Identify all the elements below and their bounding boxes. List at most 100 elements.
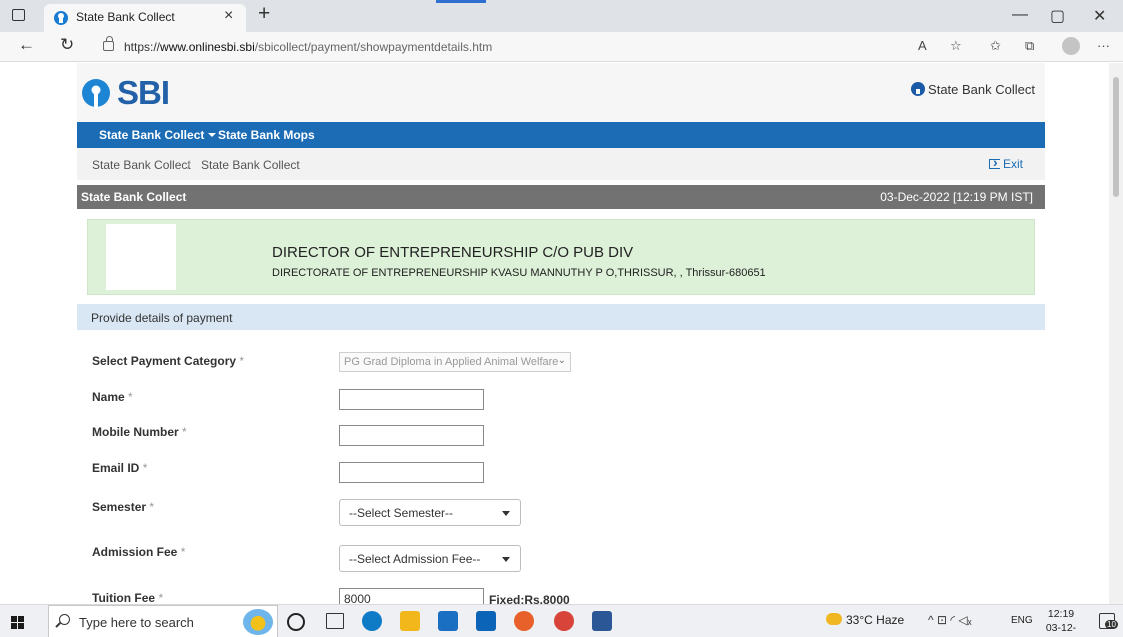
mobile-label: Mobile Number * — [92, 425, 187, 439]
profile-icon[interactable] — [1062, 37, 1080, 55]
payment-details-heading: Provide details of payment — [77, 304, 1045, 330]
cortana-icon[interactable] — [287, 613, 305, 631]
category-label-text: Select Payment Category — [92, 354, 237, 368]
email-label: Email ID * — [92, 461, 147, 475]
name-input[interactable] — [339, 389, 484, 410]
name-label: Name * — [92, 390, 133, 404]
required-mark: * — [142, 461, 148, 475]
semester-label: Semester * — [92, 500, 154, 514]
weather-widget[interactable]: 33°C Haze — [826, 613, 904, 627]
email-label-text: Email ID — [92, 461, 140, 475]
taskbar-clock[interactable]: 12:19 03-12-2022 — [1037, 607, 1085, 637]
section-titlebar: State Bank Collect 03-Dec-2022 [12:19 PM… — [77, 185, 1045, 209]
microsoft-store-icon[interactable] — [438, 611, 458, 631]
main-menu: State Bank Collect State Bank Mops — [77, 122, 1045, 148]
merchant-address: DIRECTORATE OF ENTREPRENEURSHIP KVASU MA… — [272, 267, 766, 279]
sbi-favicon-icon — [54, 11, 68, 25]
semester-value: --Select Semester-- — [349, 506, 454, 520]
merchant-name: DIRECTOR OF ENTREPRENEURSHIP C/O PUB DIV — [272, 244, 634, 261]
email-input[interactable] — [339, 462, 484, 483]
caret-down-icon — [502, 511, 510, 516]
clock-time: 12:19 — [1047, 608, 1075, 620]
taskbar-search-placeholder: Type here to search — [79, 615, 194, 630]
tab-close-icon[interactable]: × — [224, 7, 233, 25]
tab-title: State Bank Collect — [76, 10, 175, 24]
brand-label: State Bank Collect — [928, 82, 1035, 97]
payment-category-select[interactable]: PG Grad Diploma in Applied Animal Welfar… — [339, 352, 571, 372]
minimize-icon[interactable]: — — [1012, 6, 1028, 24]
page-scrollbar[interactable] — [1109, 63, 1123, 604]
required-mark: * — [158, 591, 164, 604]
tab-actions-icon[interactable] — [12, 9, 25, 21]
url-host: www.onlinesbi.sbi — [160, 40, 255, 54]
read-aloud-icon[interactable]: A — [918, 38, 927, 53]
chevron-down-icon: ⌄ — [557, 355, 566, 366]
search-icon — [59, 614, 70, 625]
collections-icon[interactable]: ⧉ — [1025, 38, 1034, 54]
firefox-icon[interactable] — [514, 611, 534, 631]
required-mark: * — [239, 354, 245, 368]
browser-toolbar: ← ↻ https://www.onlinesbi.sbi/sbicollect… — [0, 32, 1123, 62]
payment-details-title: Provide details of payment — [91, 311, 233, 325]
edge-browser-icon[interactable] — [362, 611, 382, 631]
mail-icon[interactable] — [476, 611, 496, 631]
tuition-fee-label-text: Tuition Fee — [92, 591, 156, 604]
task-view-icon[interactable] — [326, 613, 344, 629]
restore-icon[interactable]: ▢ — [1050, 6, 1065, 26]
tuition-fee-label: Tuition Fee * — [92, 591, 163, 604]
datetime-stamp: 03-Dec-2022 [12:19 PM IST] — [880, 190, 1033, 204]
merchant-logo — [106, 224, 176, 290]
word-icon[interactable] — [592, 611, 612, 631]
clock-date: 03-12-2022 — [1045, 622, 1077, 637]
lock-icon[interactable] — [103, 36, 114, 51]
state-bank-collect-brand: State Bank Collect — [911, 82, 1035, 97]
sbi-brand-icon — [911, 82, 926, 96]
sbi-logo-text[interactable]: SBI — [117, 74, 170, 112]
menu-item-label: State Bank Collect — [99, 128, 205, 142]
close-window-icon[interactable]: ✕ — [1093, 6, 1106, 26]
haze-weather-icon — [826, 613, 842, 625]
chrome-icon[interactable] — [554, 611, 574, 631]
taskbar-search-box[interactable]: Type here to search — [48, 605, 278, 637]
menu-icon[interactable]: ··· — [1097, 38, 1110, 53]
address-bar[interactable]: https://www.onlinesbi.sbi/sbicollect/pay… — [124, 40, 492, 54]
required-mark: * — [128, 390, 133, 404]
windows-start-icon[interactable] — [11, 616, 24, 629]
tuition-fee-input[interactable] — [339, 588, 484, 604]
sbi-logo-icon[interactable] — [81, 78, 111, 108]
search-highlight-icon[interactable] — [243, 609, 273, 635]
file-explorer-icon[interactable] — [400, 611, 420, 631]
mobile-input[interactable] — [339, 425, 484, 446]
required-mark: * — [149, 500, 155, 514]
scrollbar-thumb[interactable] — [1113, 77, 1119, 197]
add-favorite-icon[interactable]: ☆ — [950, 38, 962, 54]
language-indicator[interactable]: ENG — [1011, 615, 1033, 626]
payment-category-value: PG Grad Diploma in Applied Animal Welfar… — [344, 356, 559, 368]
breadcrumb: State Bank Collect / State Bank Collect … — [77, 148, 1045, 180]
admission-fee-label: Admission Fee * — [92, 545, 185, 559]
tab-strip-accent — [436, 0, 486, 3]
favorites-icon[interactable]: ✩ — [990, 38, 1001, 54]
new-tab-icon[interactable]: + — [258, 2, 270, 26]
weather-text: 33°C Haze — [846, 613, 905, 627]
merchant-info-panel: DIRECTOR OF ENTREPRENEURSHIP C/O PUB DIV… — [87, 219, 1035, 295]
browser-tab[interactable]: State Bank Collect × — [44, 4, 246, 32]
caret-down-icon — [502, 557, 510, 562]
admission-fee-select[interactable]: --Select Admission Fee-- — [339, 545, 521, 572]
back-arrow-icon[interactable]: ← — [18, 35, 35, 55]
mobile-label-text: Mobile Number — [92, 425, 179, 439]
admission-fee-label-text: Admission Fee — [92, 545, 178, 559]
breadcrumb-item-1[interactable]: State Bank Collect — [92, 158, 191, 172]
exit-link[interactable]: Exit — [988, 154, 1023, 171]
menu-state-bank-mops[interactable]: State Bank Mops — [218, 128, 315, 142]
semester-select[interactable]: --Select Semester-- — [339, 499, 521, 526]
notification-count-badge: 10 — [1105, 620, 1118, 629]
menu-state-bank-collect[interactable]: State Bank Collect — [99, 128, 217, 142]
page-container: SBI State Bank Collect State Bank Collec… — [77, 63, 1045, 604]
browser-tabstrip: State Bank Collect × + — ▢ ✕ — [0, 0, 1123, 32]
site-header: SBI State Bank Collect — [77, 63, 1045, 122]
url-path: /sbicollect/payment/showpaymentdetails.h… — [254, 40, 493, 54]
system-tray-icons[interactable]: ^ ⊡ ◜ ◁ₓ — [928, 613, 972, 627]
breadcrumb-separator: / — [187, 158, 191, 172]
reload-icon[interactable]: ↻ — [60, 35, 74, 55]
